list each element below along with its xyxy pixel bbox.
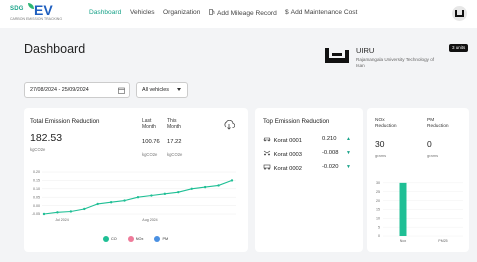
emission-value: -0.008 <box>322 150 339 156</box>
vehicle-select-value: All vehicles <box>142 87 169 93</box>
date-range-picker[interactable]: 27/08/2024 - 25/09/2024 <box>24 82 130 98</box>
data-point-co <box>190 187 193 190</box>
data-point-co <box>109 201 113 204</box>
top-emission-row[interactable]: Korat 0002 -0.020 ▼ <box>263 164 351 172</box>
legend-dot-pm <box>154 236 161 242</box>
vehicle-name: Korat 0003 <box>273 152 302 158</box>
chevron-down-icon <box>177 88 181 91</box>
data-point-co <box>56 211 59 214</box>
top-emission-row[interactable]: Korat 0003 -0.008 ▼ <box>263 150 351 158</box>
nav-add-mileage-label: Add Mileage Record <box>217 10 277 17</box>
units-badge: 3 units <box>449 44 469 52</box>
logo-ev-text: EV <box>34 2 53 18</box>
date-range-value: 27/08/2024 - 25/09/2024 <box>30 87 89 93</box>
data-point-co <box>203 185 207 189</box>
nav-organization[interactable]: Organization <box>163 9 200 16</box>
x-tick-label: Jul 2024 <box>55 218 69 222</box>
emission-value: 0.210 <box>322 136 337 142</box>
y-tick-label: 0.00 <box>33 204 40 208</box>
nav-add-maintenance-cost[interactable]: $ Add Maintenance Cost <box>285 9 357 16</box>
page-title: Dashboard <box>24 42 86 56</box>
data-point-co <box>150 194 153 197</box>
vehicle-name: Korat 0002 <box>273 166 302 172</box>
legend-label-co: CO <box>111 237 117 241</box>
top-emission-card: Top Emission Reduction Korat 0001 0.210 … <box>255 108 363 252</box>
y-tick-label: 0 <box>378 234 380 238</box>
user-avatar-button[interactable] <box>452 6 467 21</box>
y-tick-label: 20 <box>376 199 380 203</box>
vehicle-name: Korat 0001 <box>273 138 302 144</box>
car-icon <box>263 136 272 144</box>
top-emission-title: Top Emission Reduction <box>263 118 330 125</box>
university-logo-icon <box>324 46 350 71</box>
fuel-icon <box>209 9 215 17</box>
emission-line-chart: 0.20 0.15 0.10 0.05 0.00 -0.05 Jul 2024 Aug 202… <box>32 170 236 222</box>
y-tick-label: 0.15 <box>33 179 40 183</box>
data-point-co <box>83 207 86 211</box>
x-tick-label: Nox <box>400 239 407 243</box>
nav-vehicles[interactable]: Vehicles <box>130 9 155 16</box>
legend-item-nox[interactable]: NOx <box>127 236 144 242</box>
nav-add-mileage-record[interactable]: Add Mileage Record <box>209 9 277 17</box>
nav-add-maintenance-label: Add Maintenance Cost <box>290 9 358 16</box>
dollar-icon: $ <box>285 9 289 16</box>
data-point-co <box>136 196 140 199</box>
calendar-icon <box>118 86 125 100</box>
scooter-icon <box>263 150 272 158</box>
y-tick-label: 0.20 <box>33 170 40 174</box>
organization-subtitle: Rajamangala University Technology of Isa… <box>356 57 435 68</box>
legend-label-pm: PM <box>162 237 169 241</box>
y-tick-label: 10 <box>376 216 380 220</box>
y-tick-label: 15 <box>376 208 380 212</box>
legend-item-pm[interactable]: PM <box>154 236 169 242</box>
vehicle-select[interactable]: All vehicles <box>136 82 188 98</box>
arrow-down-icon: ▼ <box>346 164 351 170</box>
data-point-co <box>123 199 126 202</box>
nav-dashboard[interactable]: Dashboard <box>89 9 121 16</box>
legend-dot-nox <box>127 236 134 242</box>
chart-legend: CO NOx PM <box>103 236 168 242</box>
logo-tagline: CARBON EMISSION TRACKING <box>10 17 63 21</box>
pollutant-bar-chart: 30 25 20 15 10 5 0 Nox PM25 <box>376 181 463 243</box>
top-nav-bar: SDG EV CARBON EMISSION TRACKING Dashboar… <box>0 0 477 28</box>
data-point-co <box>230 179 234 182</box>
legend-dot-co <box>103 236 109 242</box>
university-logo-icon <box>455 10 464 17</box>
data-point-co <box>42 212 46 216</box>
bar-nox <box>399 182 407 236</box>
data-point-co <box>69 210 73 213</box>
logo-sdg-text: SDG <box>10 6 24 12</box>
legend-item-co[interactable]: CO <box>103 236 117 242</box>
top-emission-row[interactable]: Korat 0001 0.210 ▲ <box>263 136 351 144</box>
arrow-up-icon: ▲ <box>346 136 351 142</box>
x-tick-label: Aug 2024 <box>142 218 157 222</box>
y-tick-label: 0.05 <box>33 195 40 199</box>
y-tick-label: 30 <box>376 181 380 185</box>
x-tick-label: PM25 <box>438 239 447 243</box>
arrow-down-icon: ▼ <box>346 150 351 156</box>
data-point-co <box>217 184 220 187</box>
y-tick-label: 0.10 <box>33 187 40 191</box>
tuktuk-icon <box>263 164 272 172</box>
y-tick-label: 25 <box>376 190 380 194</box>
legend-label-nox: NOx <box>135 237 144 241</box>
data-point-co <box>177 190 180 194</box>
y-tick-label: -0.05 <box>32 212 40 216</box>
emission-value: -0.020 <box>322 164 339 170</box>
data-point-co <box>163 192 167 196</box>
organization-name: UIRU <box>356 46 375 55</box>
data-point-co <box>96 202 99 206</box>
y-tick-label: 5 <box>378 225 380 229</box>
